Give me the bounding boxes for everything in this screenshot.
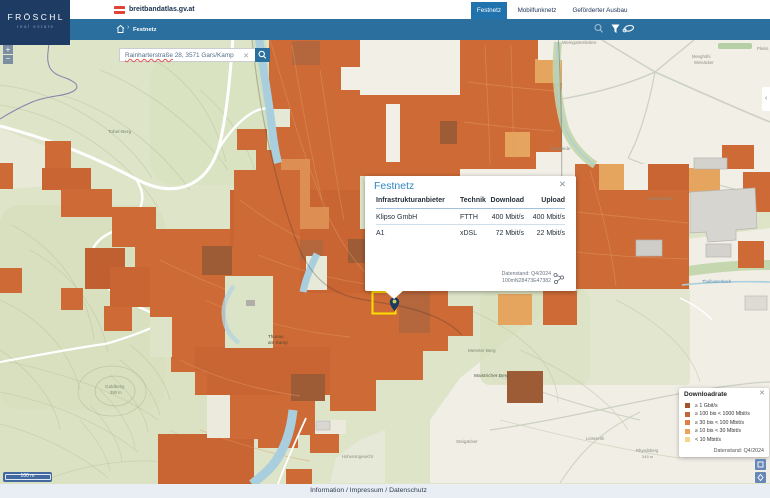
svg-text:Weinäcker: Weinäcker [694, 60, 714, 65]
svg-text:Menghöhi: Menghöhi [692, 54, 710, 59]
svg-text:Frauenhofer: Frauenhofer [648, 196, 673, 201]
svg-text:Maistricher Berg: Maistricher Berg [474, 373, 509, 379]
svg-text:390 m: 390 m [110, 390, 122, 395]
svg-text:Thunau: Thunau [268, 334, 284, 339]
svg-text:345 m: 345 m [642, 454, 654, 459]
svg-text:am Kamp: am Kamp [268, 340, 288, 345]
svg-text:Goldberg: Goldberg [105, 384, 124, 389]
svg-text:Steigäcker: Steigäcker [456, 439, 478, 444]
svg-text:Rhysdsberg: Rhysdsberg [636, 448, 659, 453]
svg-text:Thalhamerbach: Thalhamerbach [702, 279, 732, 284]
svg-text:Gasweide: Gasweide [550, 146, 571, 151]
svg-text:Leisereith: Leisereith [586, 436, 605, 441]
svg-text:Weingartenleiten: Weingartenleiten [562, 40, 597, 45]
svg-text:Tobel-Berg: Tobel-Berg [108, 129, 132, 135]
svg-text:Mesnter Berg: Mesnter Berg [468, 348, 496, 353]
svg-text:Pleiss.: Pleiss. [757, 46, 769, 51]
svg-text:Hohensngewicht: Hohensngewicht [342, 454, 374, 459]
